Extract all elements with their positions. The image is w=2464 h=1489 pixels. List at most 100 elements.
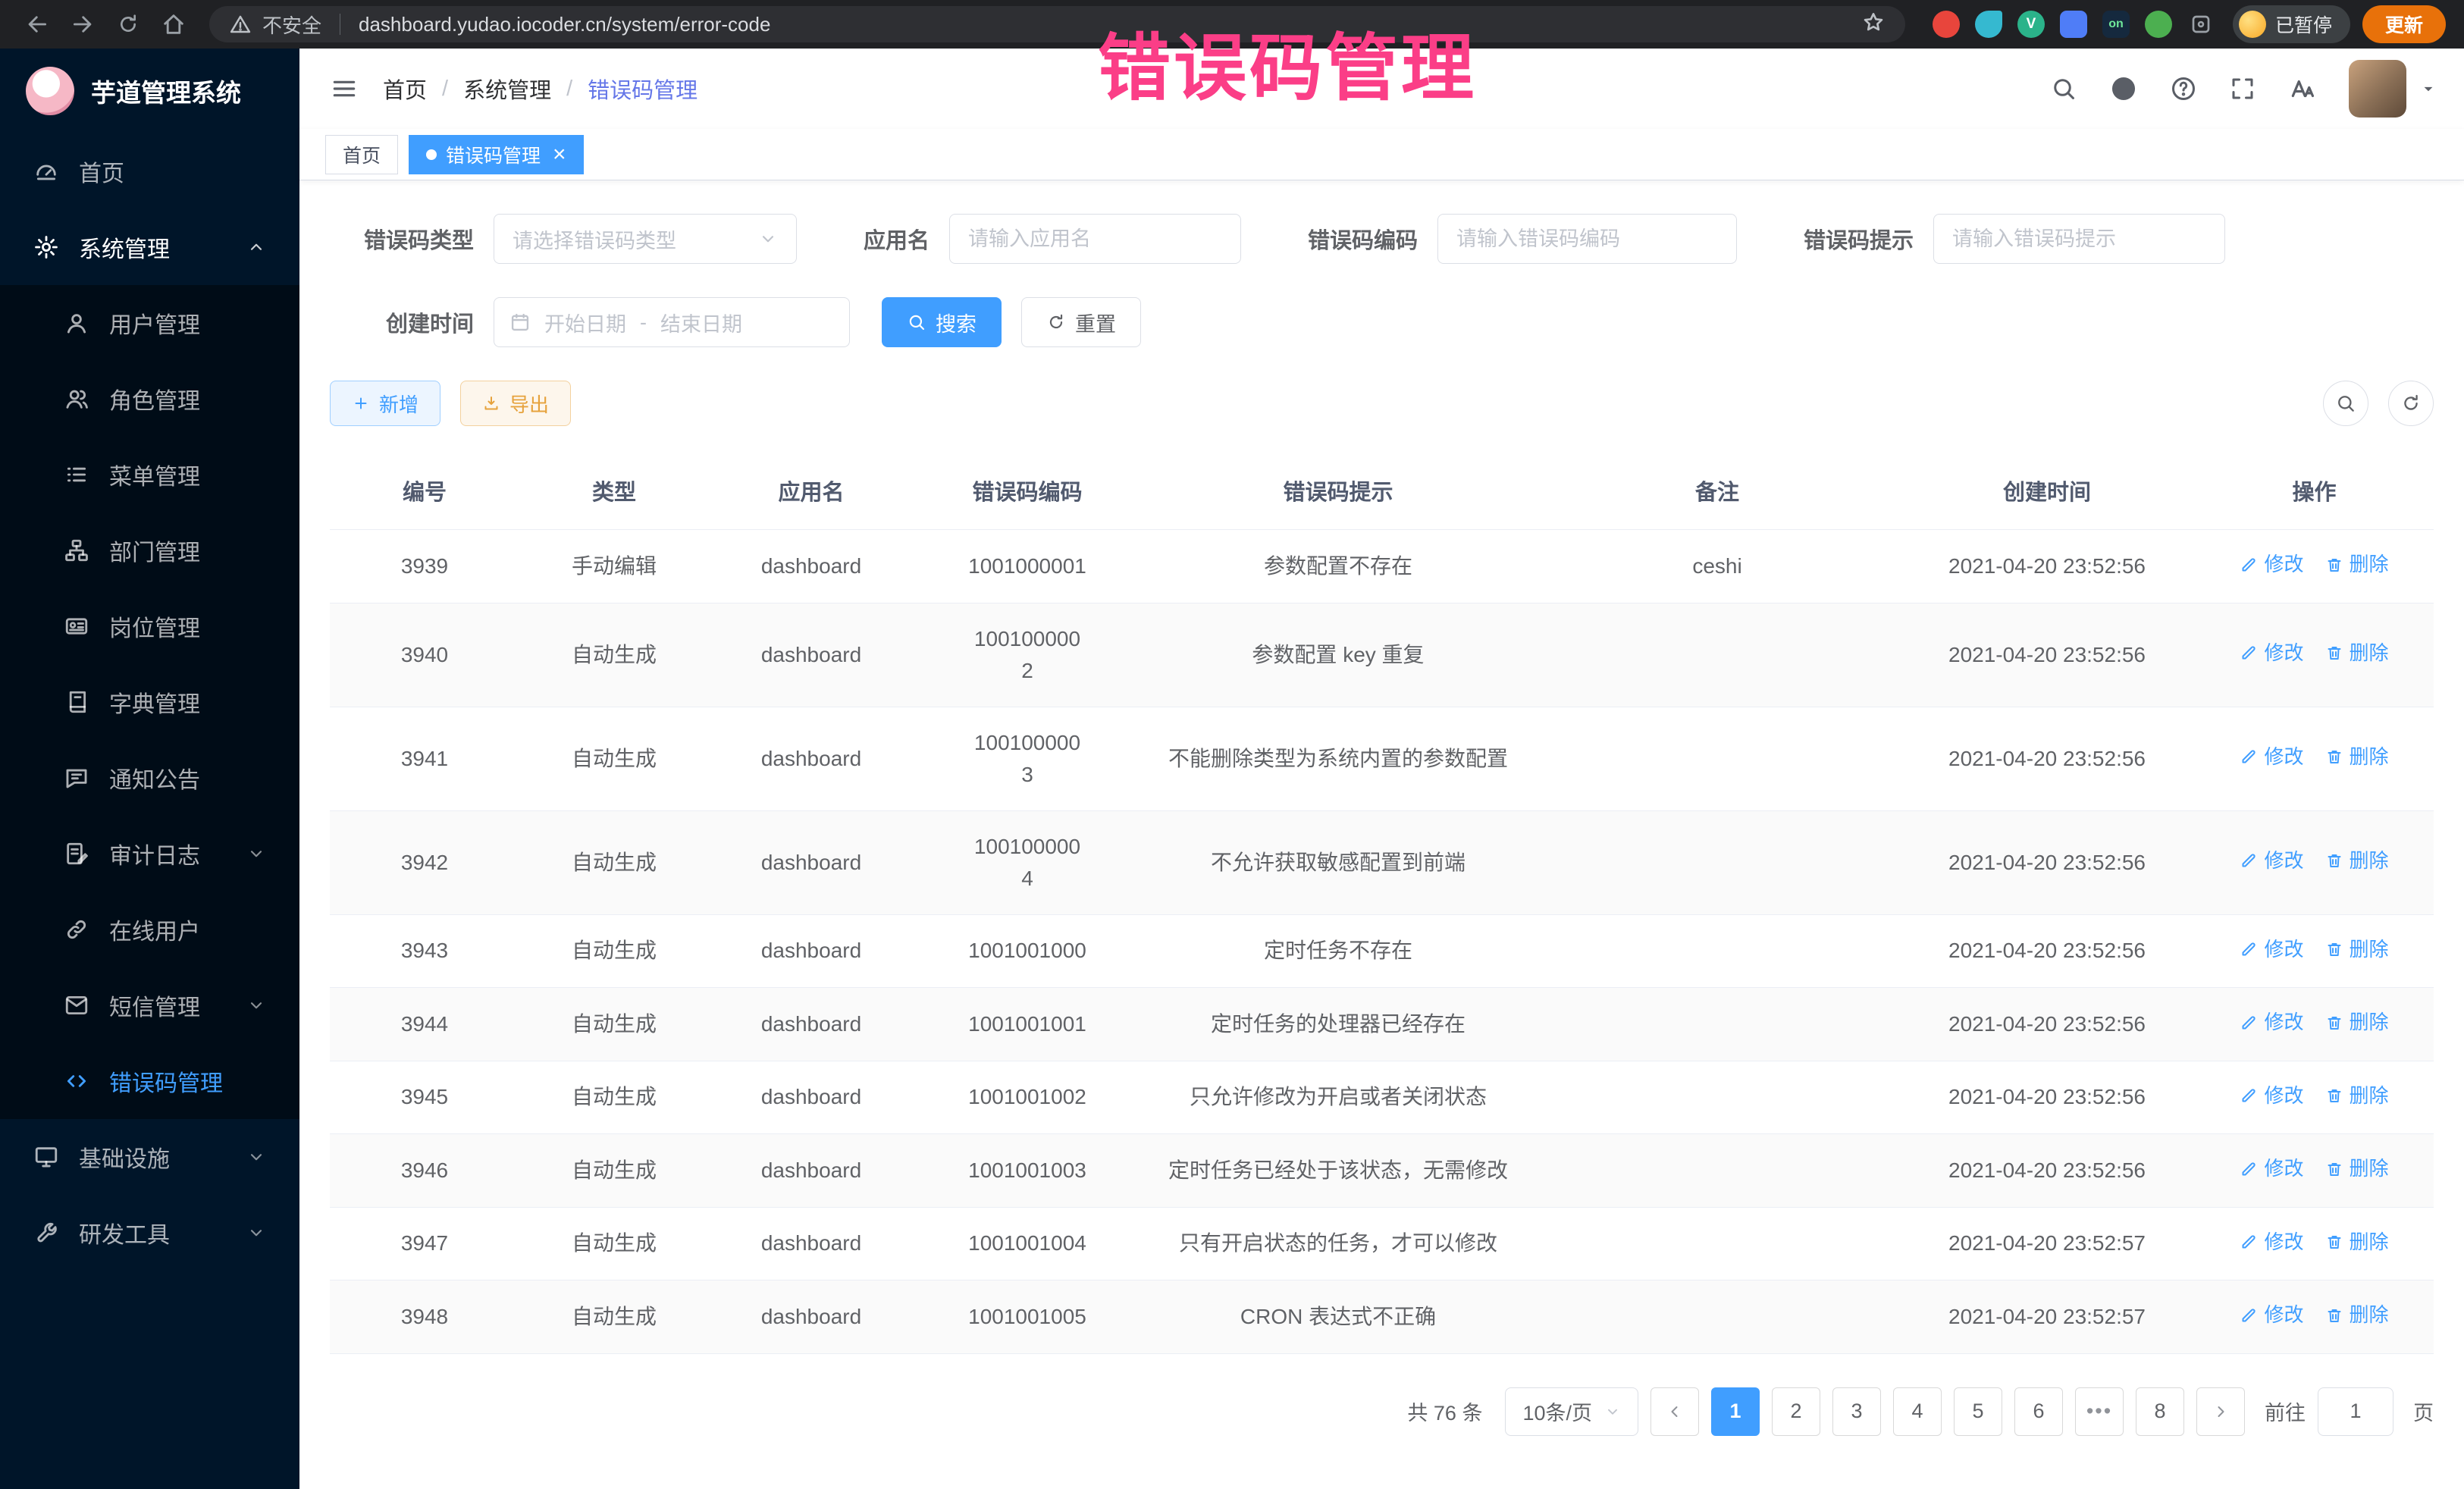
cell-app: dashboard [709,1061,914,1134]
export-button[interactable]: 导出 [460,381,571,426]
error-hint-input[interactable] [1933,214,2225,264]
edit-link[interactable]: 修改 [2240,1154,2303,1183]
delete-link[interactable]: 删除 [2325,742,2389,772]
edit-link[interactable]: 修改 [2240,742,2303,772]
delete-icon [2325,1086,2343,1105]
extension-vue-icon[interactable]: V [2017,11,2045,38]
extension-puzzle-icon[interactable] [2187,11,2215,38]
tab-close-icon[interactable]: × [553,143,566,166]
user-menu[interactable] [2349,60,2438,118]
next-page-button[interactable] [2196,1387,2245,1436]
sidebar-item-auditlog[interactable]: 审计日志 [0,816,299,892]
delete-link[interactable]: 删除 [2325,550,2389,579]
sidebar-item-sms[interactable]: 短信管理 [0,967,299,1043]
page-button-4[interactable]: 4 [1893,1387,1942,1436]
page-size-select[interactable]: 10条/页 [1505,1387,1638,1436]
add-button[interactable]: 新增 [330,381,440,426]
fullscreen-icon[interactable] [2229,75,2256,102]
edit-link[interactable]: 修改 [2240,1300,2303,1330]
delete-link[interactable]: 删除 [2325,935,2389,964]
sidebar-item-dept[interactable]: 部门管理 [0,513,299,588]
delete-icon [2325,1233,2343,1251]
prev-page-button[interactable] [1651,1387,1699,1436]
collapse-menu-button[interactable] [325,70,363,108]
extension-green-icon[interactable] [2145,11,2172,38]
column-header: 创建时间 [1899,452,2195,530]
delete-link[interactable]: 删除 [2325,1154,2389,1183]
delete-link[interactable]: 删除 [2325,1008,2389,1037]
extension-grid-icon[interactable] [2060,11,2087,38]
page-button-3[interactable]: 3 [1832,1387,1881,1436]
cell-type: 自动生成 [519,1061,709,1134]
extension-drop-icon[interactable] [1975,11,2002,38]
breadcrumb-item[interactable]: 首页 [383,73,427,105]
page-button-2[interactable]: 2 [1772,1387,1820,1436]
dashboard-icon [33,158,59,184]
bookmark-star-icon[interactable] [1861,10,1886,39]
extension-on-icon[interactable]: on [2102,11,2130,38]
edit-link[interactable]: 修改 [2240,935,2303,964]
goto-page-input[interactable] [2318,1387,2393,1436]
page-button-5[interactable]: 5 [1954,1387,2002,1436]
tab-1[interactable]: 错误码管理× [409,135,584,174]
edit-link[interactable]: 修改 [2240,1008,2303,1037]
cell-id: 3947 [330,1207,519,1281]
star-icon [1861,10,1886,34]
sidebar-item-online[interactable]: 在线用户 [0,892,299,967]
delete-link[interactable]: 删除 [2325,1081,2389,1111]
page-button-8[interactable]: 8 [2136,1387,2184,1436]
breadcrumb-item[interactable]: 系统管理 [463,73,551,105]
sidebar-item-errorcode[interactable]: 错误码管理 [0,1043,299,1119]
table-row: 3944自动生成dashboard1001001001定时任务的处理器已经存在2… [330,988,2434,1061]
toggle-search-button[interactable] [2323,381,2368,426]
extension-red-icon[interactable] [1933,11,1960,38]
sidebar-item-notice[interactable]: 通知公告 [0,740,299,816]
address-bar[interactable]: 不安全 dashboard.yudao.iocoder.cn/system/er… [209,6,1905,42]
page-button-6[interactable]: 6 [2014,1387,2063,1436]
sidebar-item-home[interactable]: 首页 [0,133,299,209]
help-icon[interactable] [2170,75,2197,102]
edit-link[interactable]: 修改 [2240,846,2303,876]
refresh-table-button[interactable] [2388,381,2434,426]
header-search-icon[interactable] [2050,75,2077,102]
font-size-icon[interactable] [2288,74,2317,103]
page-button-more[interactable]: ••• [2075,1387,2124,1436]
page-button-1[interactable]: 1 [1711,1387,1760,1436]
sidebar-item-infra[interactable]: 基础设施 [0,1119,299,1195]
cell-type: 自动生成 [519,603,709,707]
delete-link[interactable]: 删除 [2325,638,2389,668]
edit-link[interactable]: 修改 [2240,550,2303,579]
cell-remark: ceshi [1535,530,1899,603]
cell-type: 自动生成 [519,810,709,914]
sidebar-item-system[interactable]: 系统管理 [0,209,299,285]
edit-link[interactable]: 修改 [2240,638,2303,668]
back-button[interactable] [18,5,56,43]
sidebar-item-dict[interactable]: 字典管理 [0,664,299,740]
delete-icon [2325,1014,2343,1032]
sidebar-item-devtool[interactable]: 研发工具 [0,1195,299,1271]
delete-link[interactable]: 删除 [2325,846,2389,876]
error-type-select[interactable]: 请选择错误码类型 [494,214,797,264]
delete-link[interactable]: 删除 [2325,1227,2389,1257]
edit-link[interactable]: 修改 [2240,1227,2303,1257]
browser-update-button[interactable]: 更新 [2362,5,2446,43]
cell-remark [1535,914,1899,988]
sidebar-item-user[interactable]: 用户管理 [0,285,299,361]
delete-link[interactable]: 删除 [2325,1300,2389,1330]
home-button[interactable] [155,5,193,43]
paused-badge[interactable]: 已暂停 [2233,5,2350,43]
sidebar-item-post[interactable]: 岗位管理 [0,588,299,664]
tab-0[interactable]: 首页 [325,135,398,174]
sidebar-item-role[interactable]: 角色管理 [0,361,299,437]
error-code-input[interactable] [1437,214,1737,264]
sidebar-item-menu[interactable]: 菜单管理 [0,437,299,513]
date-range-picker[interactable]: 开始日期 - 结束日期 [494,297,850,347]
forward-button[interactable] [64,5,102,43]
reload-button[interactable] [109,5,147,43]
github-icon[interactable] [2109,74,2138,103]
app-name-input[interactable] [949,214,1241,264]
search-button[interactable]: 搜索 [882,297,1002,347]
delete-icon [2325,748,2343,766]
reset-button[interactable]: 重置 [1021,297,1141,347]
edit-link[interactable]: 修改 [2240,1081,2303,1111]
